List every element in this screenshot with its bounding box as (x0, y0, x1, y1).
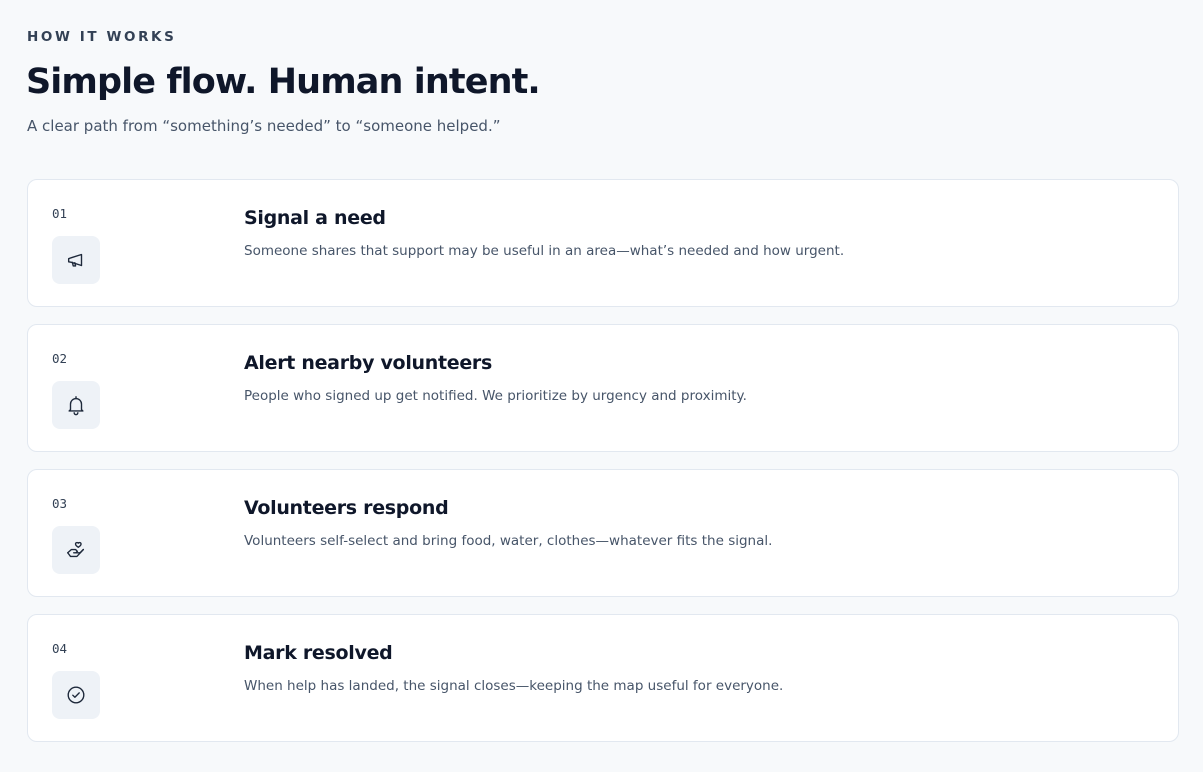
megaphone-icon (52, 236, 100, 284)
step-card-4: 04 Mark resolved When help has landed, t… (27, 614, 1179, 742)
step-description: Volunteers self-select and bring food, w… (244, 533, 773, 549)
helping-hand-icon (52, 526, 100, 574)
bell-icon (52, 381, 100, 429)
step-card-1: 01 Signal a need Someone shares that sup… (27, 179, 1179, 307)
step-number: 04 (52, 641, 68, 656)
section-eyebrow: HOW IT WORKS (27, 29, 177, 45)
step-title: Mark resolved (244, 642, 393, 664)
check-circle-icon (52, 671, 100, 719)
section-subtitle: A clear path from “something’s needed” t… (27, 117, 501, 135)
steps-list: 01 Signal a need Someone shares that sup… (27, 179, 1179, 759)
step-description: Someone shares that support may be usefu… (244, 243, 845, 259)
step-card-2: 02 Alert nearby volunteers People who si… (27, 324, 1179, 452)
step-description: People who signed up get notified. We pr… (244, 388, 747, 404)
step-card-3: 03 Volunteers respond Volunteers self-se… (27, 469, 1179, 597)
step-title: Volunteers respond (244, 497, 449, 519)
step-description: When help has landed, the signal closes—… (244, 678, 784, 694)
step-title: Signal a need (244, 207, 386, 229)
step-number: 03 (52, 496, 68, 511)
section-title: Simple flow. Human intent. (26, 62, 541, 102)
step-number: 01 (52, 206, 68, 221)
step-number: 02 (52, 351, 68, 366)
step-title: Alert nearby volunteers (244, 352, 493, 374)
